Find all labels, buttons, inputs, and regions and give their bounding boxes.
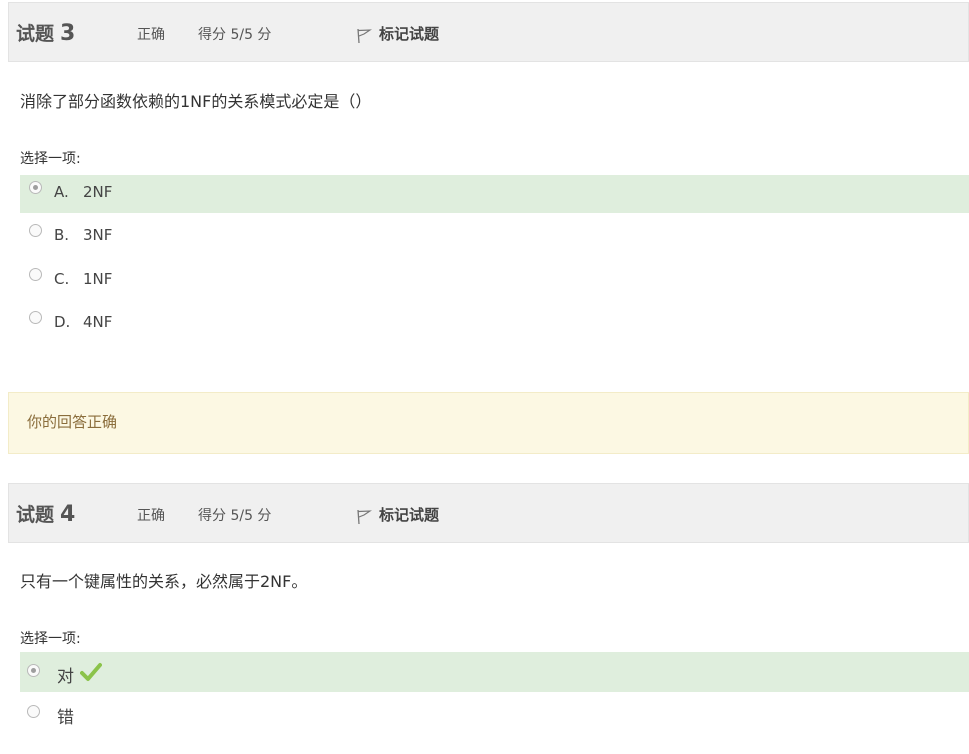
question-text: 消除了部分函数依赖的1NF的关系模式必定是（） [20, 92, 372, 111]
option-text: 对 [57, 667, 74, 687]
radio-option-c[interactable] [29, 268, 42, 281]
question-title: 试题 4 [16, 500, 75, 527]
option-text: 3NF [83, 226, 113, 244]
question-title: 试题 3 [16, 19, 75, 46]
feedback-box: 你的回答正确 [8, 392, 969, 454]
radio-option-true[interactable] [27, 664, 40, 677]
question-text: 只有一个键属性的关系，必然属于2NF。 [20, 572, 308, 591]
question-title-label: 试题 [16, 504, 55, 526]
option-text: 4NF [83, 313, 113, 331]
question-4-header: 试题 4 正确 得分 5/5 分 标记试题 [8, 483, 969, 543]
radio-option-d[interactable] [29, 311, 42, 324]
flag-icon [357, 28, 372, 44]
option-d[interactable]: D. 4NF [20, 305, 969, 343]
flag-question-label: 标记试题 [379, 25, 440, 43]
radio-option-false[interactable] [27, 705, 40, 718]
answer-prompt: 选择一项: [20, 151, 81, 167]
question-title-label: 试题 [16, 23, 55, 45]
question-number: 4 [60, 502, 76, 527]
option-b[interactable]: B. 3NF [20, 218, 969, 256]
option-text: 2NF [83, 183, 113, 201]
option-a[interactable]: A. 2NF [20, 175, 969, 213]
flag-icon [357, 509, 372, 525]
option-letter: A. [54, 183, 69, 201]
option-letter: B. [54, 226, 70, 244]
question-state: 正确 [137, 27, 165, 43]
question-3-header: 试题 3 正确 得分 5/5 分 标记试题 [8, 2, 969, 62]
option-letter: D. [54, 313, 71, 331]
radio-option-b[interactable] [29, 224, 42, 237]
option-true[interactable]: 对 [20, 652, 969, 692]
flag-question-label: 标记试题 [379, 506, 440, 524]
feedback-text: 你的回答正确 [27, 413, 118, 431]
answer-prompt: 选择一项: [20, 631, 81, 647]
question-number: 3 [60, 21, 76, 46]
option-text: 1NF [83, 270, 113, 288]
option-false[interactable]: 错 [20, 695, 969, 735]
question-grade: 得分 5/5 分 [198, 27, 272, 43]
option-c[interactable]: C. 1NF [20, 262, 969, 300]
option-letter: C. [54, 270, 70, 288]
question-state: 正确 [137, 508, 165, 524]
radio-option-a[interactable] [29, 181, 42, 194]
flag-question-button[interactable]: 标记试题 [356, 23, 439, 44]
question-grade: 得分 5/5 分 [198, 508, 272, 524]
check-icon [80, 663, 102, 681]
flag-question-button[interactable]: 标记试题 [356, 504, 439, 525]
option-text: 错 [57, 708, 74, 728]
